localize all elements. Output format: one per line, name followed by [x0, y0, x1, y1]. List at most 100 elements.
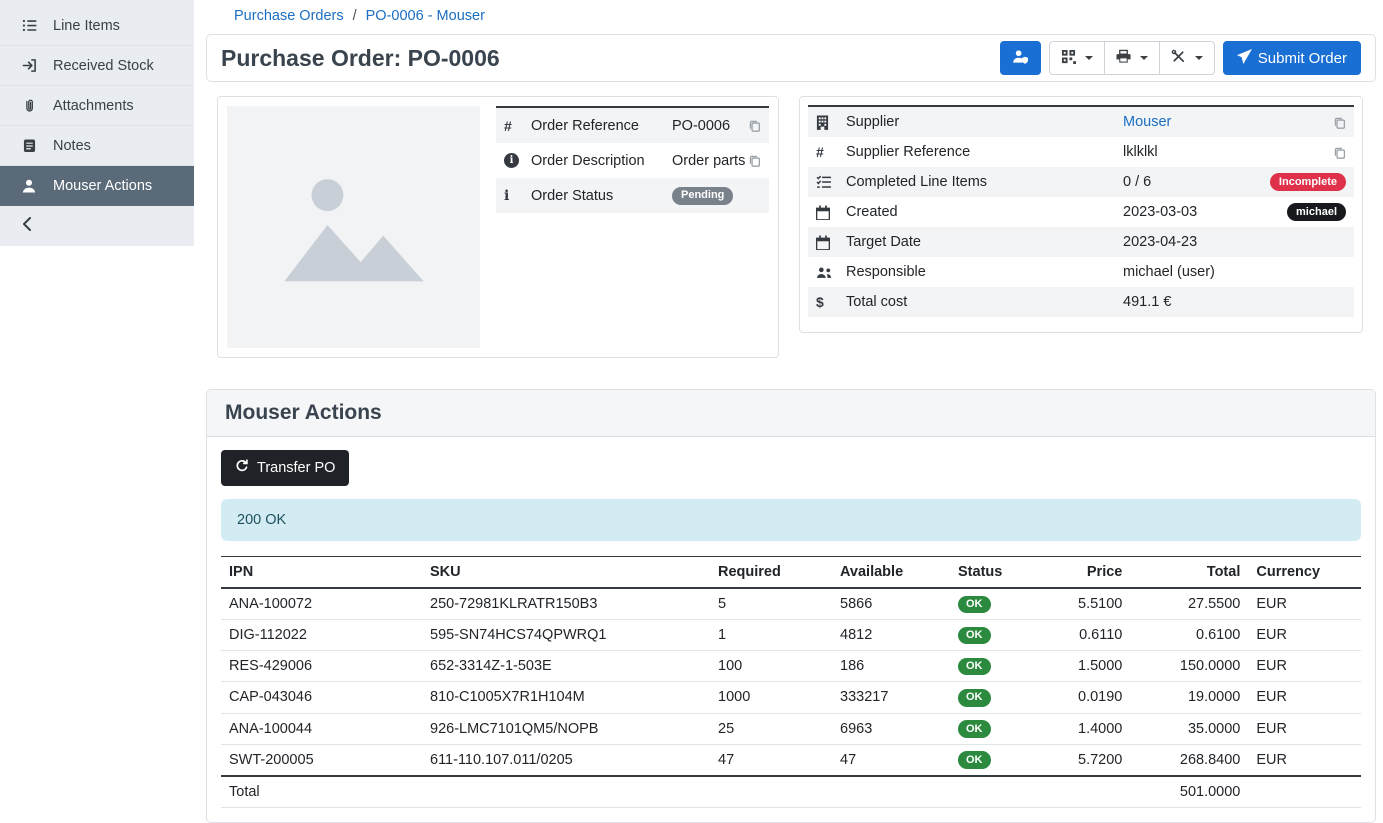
- supplier-details-card: Supplier Mouser # Supplier Reference lkl…: [799, 96, 1363, 333]
- submit-order-button[interactable]: Submit Order: [1223, 41, 1361, 75]
- cell-available: 186: [832, 651, 950, 682]
- cell-available: 4812: [832, 620, 950, 651]
- status-alert: 200 OK: [221, 499, 1361, 541]
- refresh-icon: [235, 459, 249, 477]
- page-header: Purchase Order: PO-0006: [206, 34, 1376, 82]
- incomplete-badge: Incomplete: [1270, 173, 1346, 191]
- barcode-dropdown-button[interactable]: [1049, 41, 1105, 75]
- order-details-table: # Order Reference PO-0006 i Order Descri…: [496, 106, 769, 213]
- cell-status: OK: [950, 682, 1070, 713]
- cell-sku: 810-C1005X7R1H104M: [422, 682, 710, 713]
- cell-total: 0.6100: [1130, 620, 1248, 651]
- table-header-row: IPN SKU Required Available Status Price …: [221, 557, 1361, 589]
- cell-total: 268.8400: [1130, 744, 1248, 776]
- line-items-table: IPN SKU Required Available Status Price …: [221, 556, 1361, 808]
- table-row: DIG-112022 595-SN74HCS74QPWRQ1 1 4812 OK…: [221, 620, 1361, 651]
- breadcrumb-link-current[interactable]: PO-0006 - Mouser: [366, 8, 485, 24]
- cell-ipn: DIG-112022: [221, 620, 422, 651]
- ok-status-badge: OK: [958, 658, 991, 676]
- sidebar-item-line-items[interactable]: Line Items: [0, 6, 194, 46]
- transfer-po-button[interactable]: Transfer PO: [221, 450, 349, 486]
- created-value: 2023-03-03: [1123, 204, 1287, 220]
- created-row: Created 2023-03-03 michael: [808, 197, 1354, 227]
- cell-price: 5.7200: [1070, 744, 1130, 776]
- user-shield-icon: [1012, 49, 1029, 68]
- cell-currency: EUR: [1248, 588, 1361, 620]
- table-row: SWT-200005 611-110.107.011/0205 47 47 OK…: [221, 744, 1361, 776]
- table-row: RES-429006 652-3314Z-1-503E 100 186 OK 1…: [221, 651, 1361, 682]
- chevron-left-icon: [22, 217, 32, 235]
- submit-order-label: Submit Order: [1258, 50, 1347, 67]
- column-header-required: Required: [710, 557, 832, 589]
- cell-currency: EUR: [1248, 744, 1361, 776]
- order-details-section: # Order Reference PO-0006 i Order Descri…: [206, 96, 1376, 358]
- info-circle-icon: i: [504, 153, 519, 168]
- cell-price: 5.5100: [1070, 588, 1130, 620]
- supplier-reference-row: # Supplier Reference lklklkl: [808, 137, 1354, 167]
- ok-status-badge: OK: [958, 596, 991, 614]
- cell-currency: EUR: [1248, 620, 1361, 651]
- cell-ipn: ANA-100044: [221, 713, 422, 744]
- caret-down-icon: [1085, 56, 1093, 60]
- sidebar-item-attachments[interactable]: Attachments: [0, 86, 194, 126]
- total-cost-value: 491.1 €: [1123, 294, 1346, 310]
- field-label: Created: [846, 204, 1123, 220]
- list-icon: [20, 19, 38, 32]
- responsible-value: michael (user): [1123, 264, 1346, 280]
- cell-status: OK: [950, 588, 1070, 620]
- cell-required: 47: [710, 744, 832, 776]
- header-button-group: [1049, 41, 1215, 75]
- copy-icon[interactable]: [748, 154, 761, 167]
- cell-sku: 250-72981KLRATR150B3: [422, 588, 710, 620]
- copy-icon[interactable]: [1333, 146, 1346, 159]
- header-actions: Submit Order: [1000, 41, 1361, 75]
- footer-total-label: Total: [221, 776, 422, 808]
- column-header-ipn: IPN: [221, 557, 422, 589]
- breadcrumb-separator: /: [353, 8, 357, 24]
- main-content: Purchase Orders / PO-0006 - Mouser Purch…: [194, 0, 1383, 794]
- paperclip-icon: [20, 98, 38, 113]
- sidebar-item-label: Notes: [53, 138, 91, 154]
- sidebar-item-mouser-actions[interactable]: Mouser Actions: [0, 166, 194, 206]
- tools-icon: [1171, 49, 1186, 68]
- list-check-icon: [816, 175, 846, 189]
- cell-required: 1000: [710, 682, 832, 713]
- panel-title: Mouser Actions: [225, 401, 1357, 425]
- info-icon: i: [504, 188, 509, 204]
- target-date-value: 2023-04-23: [1123, 234, 1346, 250]
- cell-total: 27.5500: [1130, 588, 1248, 620]
- breadcrumb-link-purchase-orders[interactable]: Purchase Orders: [234, 8, 344, 24]
- calendar-icon: [816, 205, 846, 220]
- sidebar-collapse-button[interactable]: [0, 206, 194, 246]
- caret-down-icon: [1195, 56, 1203, 60]
- copy-icon[interactable]: [1333, 116, 1346, 129]
- supplier-link[interactable]: Mouser: [1123, 114, 1171, 130]
- table-footer-row: Total 501.0000: [221, 776, 1361, 808]
- cell-total: 150.0000: [1130, 651, 1248, 682]
- cell-currency: EUR: [1248, 713, 1361, 744]
- order-reference-row: # Order Reference PO-0006: [496, 108, 769, 143]
- admin-user-button[interactable]: [1000, 41, 1041, 75]
- sidebar-item-notes[interactable]: Notes: [0, 126, 194, 166]
- sidebar-item-received-stock[interactable]: Received Stock: [0, 46, 194, 86]
- field-label: Order Description: [531, 153, 672, 169]
- cell-status: OK: [950, 651, 1070, 682]
- hash-icon: #: [816, 144, 824, 160]
- actions-dropdown-button[interactable]: [1159, 41, 1215, 75]
- sidebar-item-label: Mouser Actions: [53, 178, 152, 194]
- footer-total-value: 501.0000: [1130, 776, 1248, 808]
- table-row: ANA-100072 250-72981KLRATR150B3 5 5866 O…: [221, 588, 1361, 620]
- completed-line-items-row: Completed Line Items 0 / 6 Incomplete: [808, 167, 1354, 197]
- copy-icon[interactable]: [748, 119, 761, 132]
- order-image-placeholder[interactable]: [227, 106, 480, 348]
- cell-sku: 595-SN74HCS74QPWRQ1: [422, 620, 710, 651]
- print-dropdown-button[interactable]: [1104, 41, 1160, 75]
- column-header-status: Status: [950, 557, 1070, 589]
- hash-icon: #: [504, 118, 512, 134]
- field-label: Completed Line Items: [846, 174, 1123, 190]
- table-row: CAP-043046 810-C1005X7R1H104M 1000 33321…: [221, 682, 1361, 713]
- cell-ipn: RES-429006: [221, 651, 422, 682]
- supplier-row: Supplier Mouser: [808, 107, 1354, 137]
- notes-icon: [20, 138, 38, 153]
- responsible-row: Responsible michael (user): [808, 257, 1354, 287]
